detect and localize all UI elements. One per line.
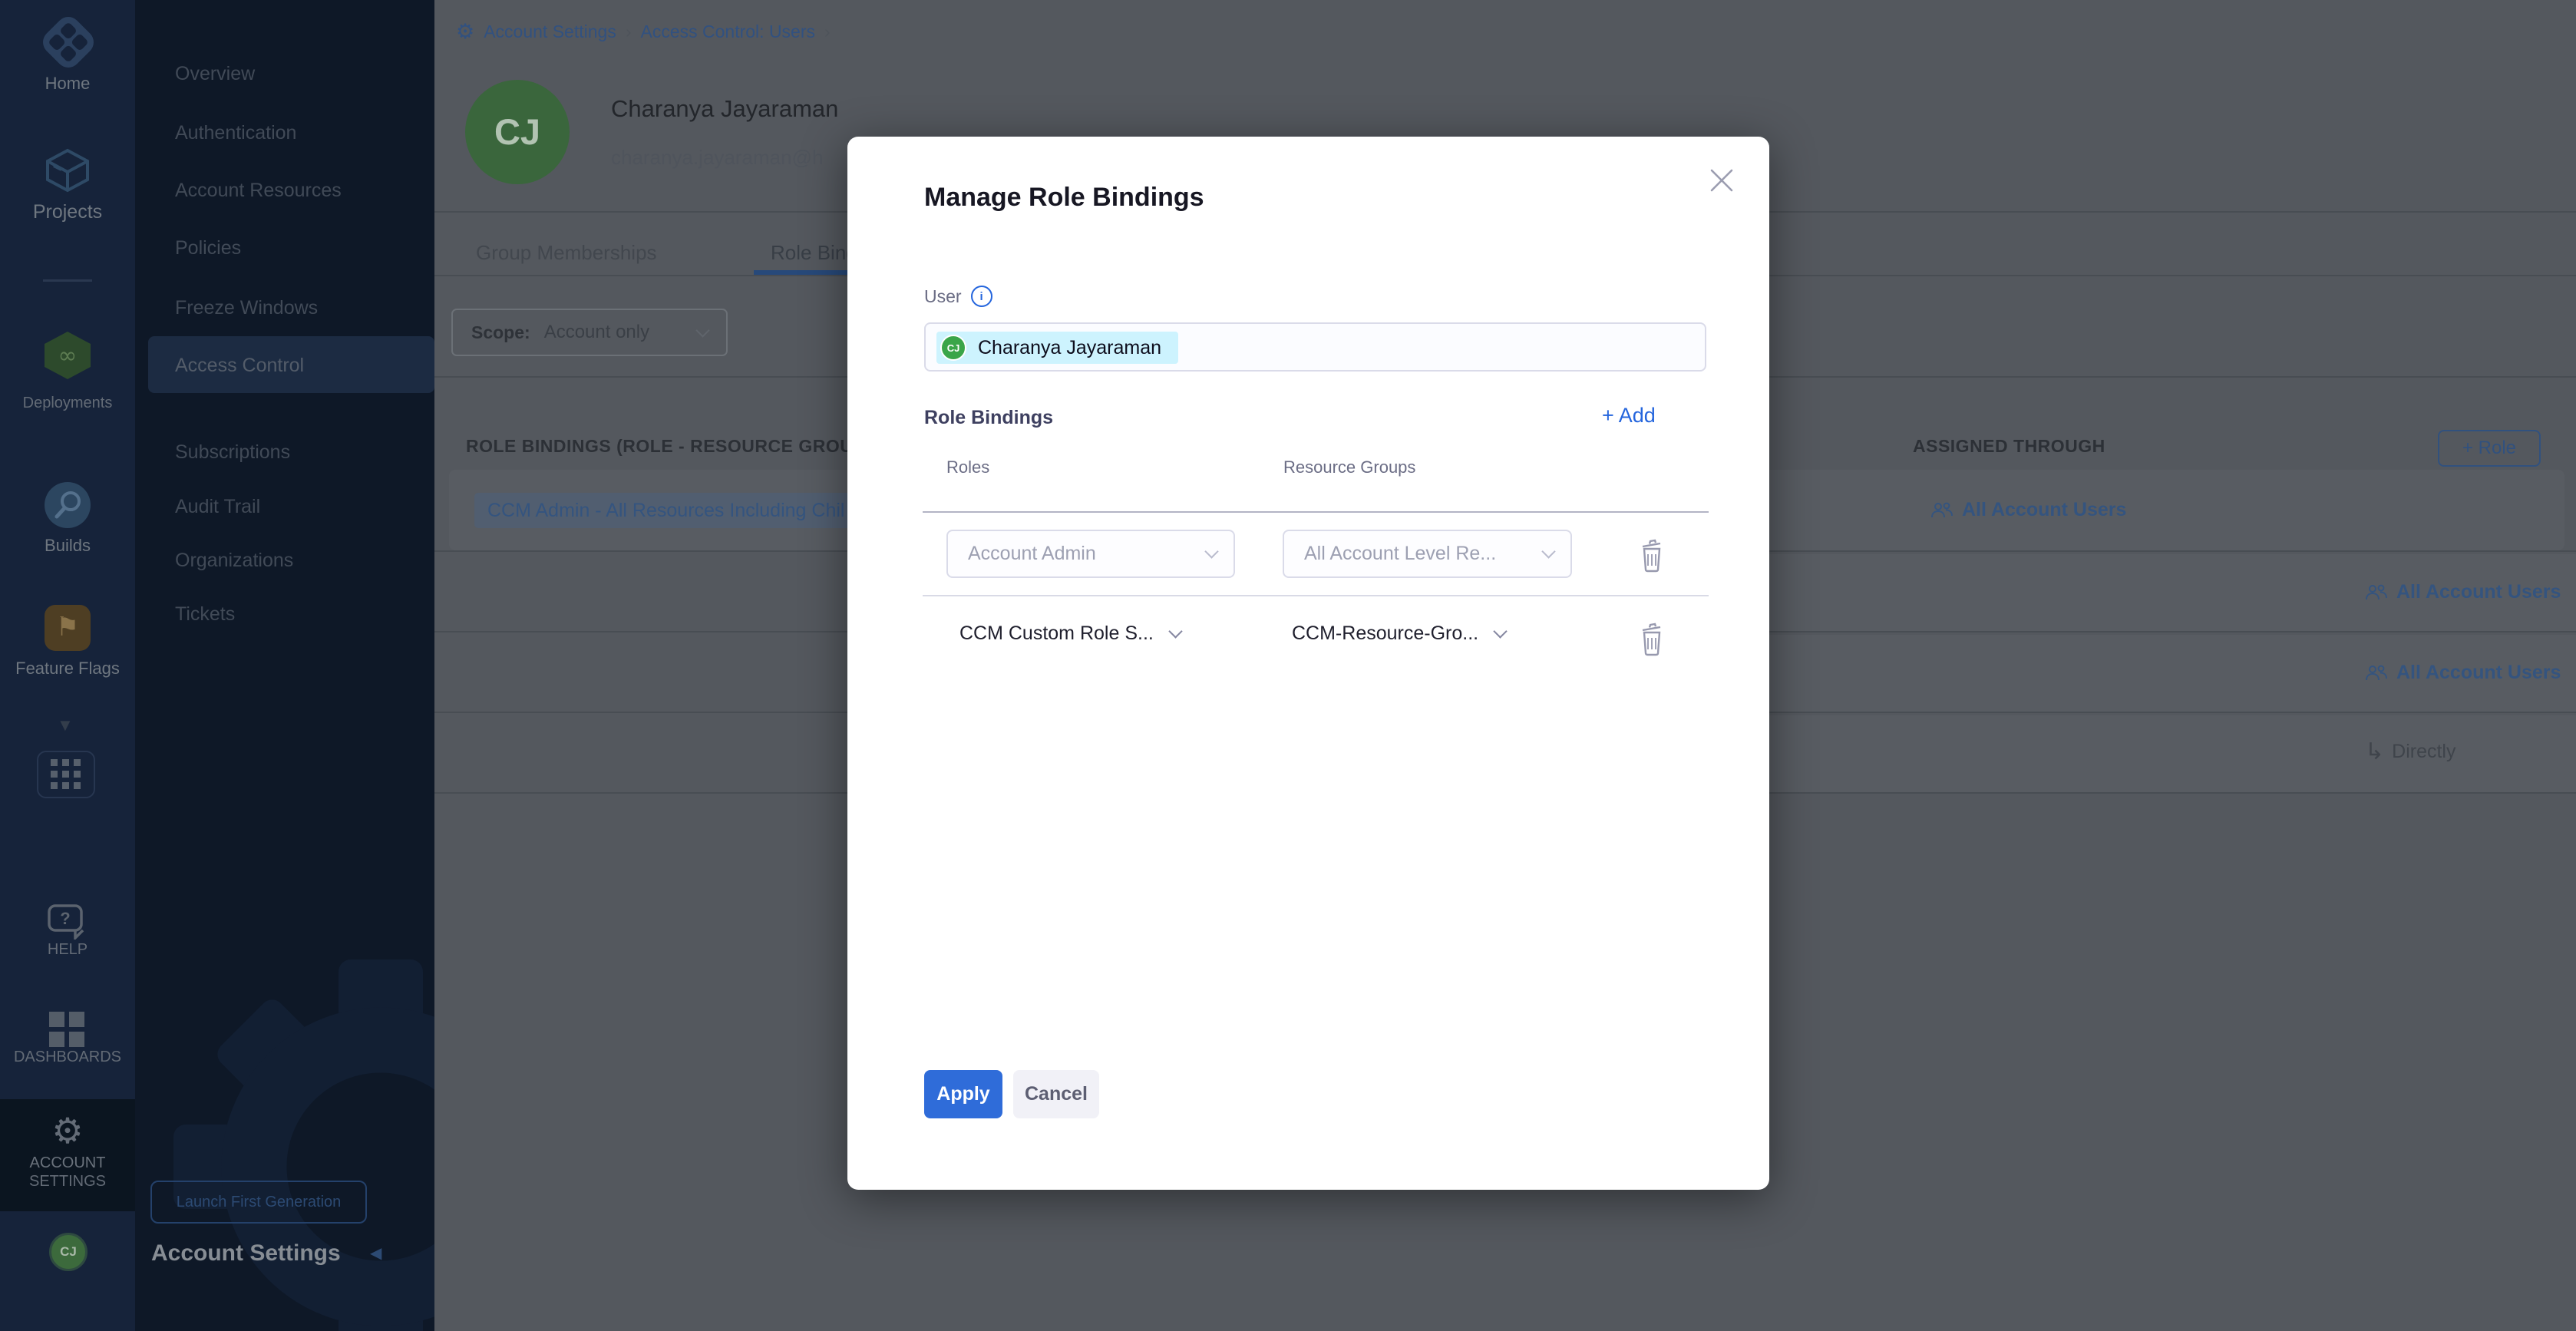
header-divider [923,511,1709,513]
cancel-button[interactable]: Cancel [1013,1070,1099,1118]
role-select[interactable]: CCM Custom Role S... [959,623,1181,645]
row-divider [923,595,1709,596]
nav-item-authentication[interactable]: Authentication [175,122,296,144]
add-role-button[interactable]: + Role [2438,430,2541,467]
resource-groups-column-label: Resource Groups [1283,457,1415,477]
add-role-binding-link[interactable]: + Add [1602,404,1656,428]
modal-title: Manage Role Bindings [924,183,1204,213]
app-root: Home Projects ∞ Deployments Builds Featu… [0,0,2576,1331]
breadcrumb-access-control-users[interactable]: Access Control: Users [641,21,816,42]
dashboards-icon[interactable] [49,1012,64,1027]
user-avatar-initials: CJ [465,80,570,184]
rail-avatar-initials: CJ [51,1235,85,1269]
scope-label: Scope: [471,322,530,343]
module-picker-button[interactable] [37,751,95,798]
rail-item-dashboards[interactable]: DASHBOARDS [0,1049,135,1066]
user-groups-icon [2365,664,2388,682]
nav-item-access-control[interactable]: Access Control [175,355,304,377]
resource-group-select[interactable]: All Account Level Re... [1283,530,1572,578]
role-bindings-section-title: Role Bindings [924,407,1053,429]
projects-icon[interactable] [43,146,92,195]
rail-item-home[interactable]: Home [0,74,135,94]
assigned-directly: ↳ Directly [2365,741,2455,763]
user-name: Charanya Jayaraman [611,95,838,123]
nav-item-audit-trail[interactable]: Audit Trail [175,496,260,518]
nav-item-organizations[interactable]: Organizations [175,550,293,572]
grid-dots-icon [51,759,58,766]
delete-binding-icon[interactable] [1636,539,1667,573]
directly-arrow-icon: ↳ [2365,742,2384,761]
user-groups-icon [2365,583,2388,602]
rail-user-avatar[interactable]: CJ [49,1233,88,1271]
scope-dropdown[interactable]: Scope: Account only [451,309,728,356]
nav-item-overview[interactable]: Overview [175,63,255,85]
breadcrumb-gear-icon [456,21,474,42]
help-icon[interactable]: ? [48,904,91,940]
user-field-label: User [924,286,992,307]
rail-divider [43,279,92,282]
breadcrumb: Account Settings › Access Control: Users… [456,21,831,42]
scope-chevron-icon [695,323,709,337]
gear-watermark [166,952,434,1331]
account-settings-label-2: SETTINGS [0,1173,135,1191]
account-settings-label-1: ACCOUNT [0,1154,135,1172]
feature-flags-icon[interactable] [45,605,91,651]
rail-item-deployments[interactable]: Deployments [0,395,135,412]
breadcrumb-account-settings[interactable]: Account Settings [484,21,616,42]
svg-text:?: ? [60,909,70,928]
launch-first-generation-button[interactable]: Launch First Generation [150,1181,367,1224]
role-select[interactable]: Account Admin [946,530,1235,578]
module-rail: Home Projects ∞ Deployments Builds Featu… [0,0,135,1331]
user-chip[interactable]: CJ Charanya Jayaraman [936,332,1178,364]
rail-item-feature-flags[interactable]: Feature Flags [0,659,135,679]
column-assigned-through: ASSIGNED THROUGH [1913,436,2105,457]
chip-user-name: Charanya Jayaraman [978,337,1161,359]
scope-value: Account only [544,322,649,343]
nav-item-freeze-windows[interactable]: Freeze Windows [175,297,318,319]
tab-group-memberships[interactable]: Group Memberships [476,241,657,265]
svg-text:∞: ∞ [58,342,78,369]
rail-item-projects[interactable]: Projects [0,201,135,223]
nav-item-tickets[interactable]: Tickets [175,603,235,626]
breadcrumb-separator: › [626,21,632,42]
info-icon[interactable] [971,286,992,307]
rail-item-builds[interactable]: Builds [0,536,135,556]
assigned-through-link[interactable]: All Account Users [2365,581,2561,603]
nav-item-policies[interactable]: Policies [175,237,241,259]
chip-avatar: CJ [940,335,966,361]
assigned-through-link[interactable]: All Account Users [1930,499,2126,521]
nav-item-account-resources[interactable]: Account Resources [175,180,342,202]
nav-footer-title: Account Settings [151,1240,341,1267]
builds-icon[interactable] [43,481,92,530]
collapse-nav-icon[interactable] [370,1243,381,1263]
apply-button[interactable]: Apply [924,1070,1002,1118]
user-email: charanya.jayaraman@h [611,146,823,170]
chevron-down-icon [1493,624,1507,638]
chevron-down-icon [1541,544,1555,558]
account-settings-gear-icon [0,1113,135,1148]
roles-column-label: Roles [946,457,989,477]
resource-group-select[interactable]: CCM-Resource-Gro... [1292,623,1505,645]
deployments-icon[interactable]: ∞ [40,330,95,381]
close-icon[interactable] [1706,164,1738,197]
settings-nav-panel: Overview Authentication Account Resource… [135,0,434,1331]
rail-more-chevron-icon[interactable] [57,715,74,735]
nav-item-subscriptions[interactable]: Subscriptions [175,441,290,464]
role-binding-chip[interactable]: CCM Admin - All Resources Including Chil [474,493,857,528]
rail-item-account-settings-active[interactable]: ACCOUNT SETTINGS [0,1099,135,1211]
chip-avatar-initials: CJ [947,342,960,354]
rail-item-help[interactable]: HELP [0,941,135,959]
user-field[interactable]: CJ Charanya Jayaraman [924,322,1706,372]
harness-logo-icon[interactable] [34,8,103,77]
column-role-bindings: ROLE BINDINGS (ROLE - RESOURCE GROUP) [466,436,871,457]
manage-role-bindings-modal: Manage Role Bindings User CJ Charanya Ja… [847,137,1769,1190]
chevron-down-icon [1168,624,1182,638]
delete-binding-icon[interactable] [1636,623,1667,656]
assigned-through-link[interactable]: All Account Users [2365,662,2561,684]
breadcrumb-separator: › [824,21,831,42]
chevron-down-icon [1204,544,1218,558]
user-avatar: CJ [465,80,570,184]
user-groups-icon [1930,501,1953,520]
